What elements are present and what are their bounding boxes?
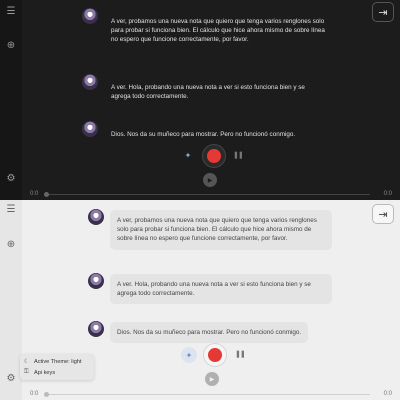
pause-icon[interactable]: ❚❚ [235, 350, 246, 358]
avatar [88, 273, 104, 289]
avatar [82, 121, 98, 137]
time-start: 0:0 [30, 191, 39, 197]
record-icon [208, 348, 222, 362]
add-circle-icon[interactable]: ⊕ [5, 239, 17, 251]
note-item[interactable]: Dios. Nos da su muñeco para mostrar. Per… [88, 321, 332, 344]
sidebar: ☰ ⊕ ⚙ [0, 200, 22, 400]
avatar [88, 209, 104, 225]
avatar [82, 74, 98, 90]
key-icon: ⚿ [24, 369, 29, 375]
play-icon: ▶ [209, 376, 215, 383]
moon-icon: ☾ [24, 359, 30, 365]
microphone-icon: ✦ [185, 350, 193, 360]
note-text: Dios. Nos da su muñeco para mostrar. Per… [110, 322, 309, 344]
time-start: 0:0 [30, 391, 39, 397]
audio-timeline[interactable]: 0:0 0:0 [0, 391, 400, 399]
app-light-theme: ☰ ⊕ ⚙ ⇥ A ver, probamos una nueva nota q… [0, 200, 400, 400]
gear-icon[interactable]: ⚙ [5, 373, 17, 385]
play-button[interactable]: ▶ [205, 372, 219, 386]
note-item[interactable]: A ver. Hola, probando una nueva nota a v… [82, 74, 332, 107]
avatar [88, 321, 104, 337]
menu-icon[interactable]: ☰ [5, 204, 17, 216]
note-text: A ver, probamos una nueva nota que quier… [111, 18, 325, 44]
audio-timeline[interactable]: 0:0 0:0 [0, 191, 400, 199]
exit-button[interactable]: ⇥ [372, 204, 394, 224]
microphone-button[interactable]: ✦ [181, 347, 197, 363]
note-text: Dios. Nos da su muñeco para mostrar. Per… [111, 131, 296, 138]
note-text: A ver. Hola, probando una nueva nota a v… [110, 274, 332, 305]
theme-label: Active Theme: light [34, 358, 82, 365]
note-text: A ver, probamos una nueva nota que quier… [110, 210, 332, 250]
theme-toggle[interactable]: ☾ Active Theme: light [20, 356, 94, 367]
exit-icon: ⇥ [378, 6, 388, 19]
note-item[interactable]: A ver, probamos una nueva nota que quier… [82, 8, 332, 51]
api-keys-label: Api keys [34, 369, 56, 376]
progress-track[interactable] [44, 394, 370, 395]
api-keys-item[interactable]: ⚿ Api keys [20, 367, 94, 378]
progress-thumb[interactable] [44, 392, 49, 397]
play-icon: ▶ [207, 177, 213, 184]
sidebar: ☰ ⊕ ⚙ [0, 0, 22, 200]
note-item[interactable]: A ver. Hola, probando una nueva nota a v… [88, 273, 332, 305]
progress-track[interactable] [44, 194, 370, 195]
microphone-button[interactable]: ✦ [180, 147, 196, 163]
settings-menu: ☾ Active Theme: light ⚿ Api keys [20, 354, 94, 380]
exit-icon: ⇥ [378, 208, 388, 221]
app-dark-theme: ☰ ⊕ ⚙ ⇥ A ver, probamos una nueva nota q… [0, 0, 400, 200]
pause-icon[interactable]: ❚❚ [233, 151, 244, 159]
note-item[interactable]: Dios. Nos da su muñeco para mostrar. Per… [82, 121, 332, 145]
time-end: 0:0 [383, 391, 392, 397]
time-end: 0:0 [383, 191, 392, 197]
note-item[interactable]: A ver, probamos una nueva nota que quier… [88, 209, 332, 250]
gear-icon[interactable]: ⚙ [5, 173, 17, 185]
exit-button[interactable]: ⇥ [372, 2, 394, 22]
progress-thumb[interactable] [44, 192, 49, 197]
record-icon [207, 149, 221, 163]
add-circle-icon[interactable]: ⊕ [5, 40, 17, 52]
microphone-icon: ✦ [184, 150, 192, 160]
note-text: A ver. Hola, probando una nueva nota a v… [111, 84, 305, 101]
record-button[interactable] [203, 343, 227, 367]
menu-icon[interactable]: ☰ [5, 6, 17, 18]
record-button[interactable] [202, 144, 226, 168]
avatar [82, 8, 98, 24]
play-button[interactable]: ▶ [203, 173, 217, 187]
